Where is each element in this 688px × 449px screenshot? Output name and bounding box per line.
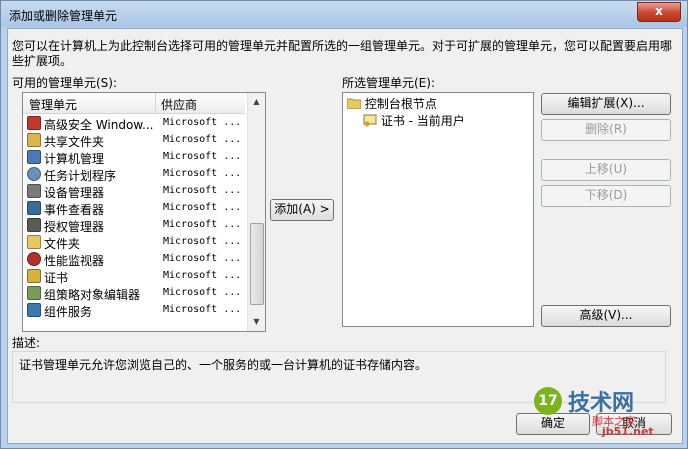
dialog-body: 您可以在计算机上为此控制台选择可用的管理单元并配置所选的一组管理单元。对于可扩展… [7, 28, 683, 444]
watermark-url: jb51.net [602, 425, 654, 438]
list-item[interactable]: 证书 Microsoft ... [23, 268, 245, 285]
snapin-vendor: Microsoft ... [163, 219, 242, 230]
list-item[interactable]: 事件查看器 Microsoft ... [23, 200, 245, 217]
list-item[interactable]: 任务计划程序 Microsoft ... [23, 166, 245, 183]
watermark: 17 技术网 脚本之家 jb51.net [534, 381, 674, 441]
intro-text: 您可以在计算机上为此控制台选择可用的管理单元并配置所选的一组管理单元。对于可扩展… [12, 39, 673, 68]
performance-icon [27, 252, 41, 266]
snapin-vendor: Microsoft ... [163, 270, 242, 281]
selected-snapins-label: 所选管理单元(E): [342, 76, 435, 90]
available-snapins-list[interactable]: 管理单元 供应商 高级安全 Window... Microsoft ... 共享文件… [22, 92, 266, 332]
snapin-name: 组件服务 [44, 305, 93, 319]
snapin-vendor: Microsoft ... [163, 151, 242, 162]
watermark-badge: 17 [534, 387, 562, 415]
snapin-name: 证书 [44, 271, 69, 285]
snapin-vendor: Microsoft ... [163, 117, 242, 128]
description-text: 证书管理单元允许您浏览自己的、一个服务的或一台计算机的证书存储内容。 [19, 358, 428, 372]
snapin-name: 共享文件夹 [44, 135, 105, 149]
selected-snapins-tree[interactable]: 控制台根节点 证书 - 当前用户 [342, 92, 534, 327]
snapin-name: 计算机管理 [44, 152, 105, 166]
tree-node-certificates[interactable]: 证书 - 当前用户 [363, 112, 465, 129]
scroll-thumb[interactable] [250, 223, 264, 305]
snapin-name: 高级安全 Window... [44, 118, 154, 132]
scroll-down-arrow-icon[interactable]: ▼ [249, 314, 264, 330]
list-item[interactable]: 组件服务 Microsoft ... [23, 302, 245, 319]
snapin-vendor: Microsoft ... [163, 185, 242, 196]
list-item[interactable]: 高级安全 Window... Microsoft ... [23, 115, 245, 132]
snapin-name: 组策略对象编辑器 [44, 288, 141, 302]
scroll-up-arrow-icon[interactable]: ▲ [249, 94, 264, 110]
snapin-vendor: Microsoft ... [163, 236, 242, 247]
list-item[interactable]: 计算机管理 Microsoft ... [23, 149, 245, 166]
snapin-name: 事件查看器 [44, 203, 105, 217]
description-label: 描述: [12, 336, 41, 350]
list-item[interactable]: 共享文件夹 Microsoft ... [23, 132, 245, 149]
snapin-vendor: Microsoft ... [163, 168, 242, 179]
list-item[interactable]: 设备管理器 Microsoft ... [23, 183, 245, 200]
edit-extensions-button[interactable]: 编辑扩展(X)... [541, 93, 671, 115]
list-item[interactable]: 授权管理器 Microsoft ... [23, 217, 245, 234]
device-manager-icon [27, 184, 41, 198]
list-header: 管理单元 供应商 [23, 93, 245, 114]
add-remove-snapins-dialog: 添加或删除管理单元 x 您可以在计算机上为此控制台选择可用的管理单元并配置所选的… [0, 0, 688, 449]
advanced-button[interactable]: 高级(V)... [541, 305, 671, 327]
folder-icon [346, 98, 362, 110]
move-down-button[interactable]: 下移(D) [541, 185, 671, 207]
shared-folder-icon [27, 133, 41, 147]
list-item[interactable]: 组策略对象编辑器 Microsoft ... [23, 285, 245, 302]
firewall-icon [27, 116, 41, 130]
snapin-vendor: Microsoft ... [163, 202, 242, 213]
window-title: 添加或删除管理单元 [9, 9, 118, 23]
folder-icon [27, 235, 41, 249]
remove-button[interactable]: 删除(R) [541, 119, 671, 141]
event-viewer-icon [27, 201, 41, 215]
tree-node-label: 证书 - 当前用户 [380, 114, 465, 128]
snapin-vendor: Microsoft ... [163, 253, 242, 264]
vertical-scrollbar[interactable]: ▲ ▼ [247, 93, 265, 331]
column-header-vendor[interactable]: 供应商 [161, 96, 197, 113]
move-up-button[interactable]: 上移(U) [541, 159, 671, 181]
authorization-icon [27, 218, 41, 232]
title-bar: 添加或删除管理单元 x [1, 1, 687, 27]
available-snapins-label: 可用的管理单元(S): [12, 76, 118, 90]
list-item[interactable]: 性能监视器 Microsoft ... [23, 251, 245, 268]
snapin-name: 文件夹 [44, 237, 81, 251]
certificate-icon [363, 114, 377, 127]
close-button[interactable]: x [637, 2, 681, 22]
certificate-icon [27, 269, 41, 283]
snapin-name: 性能监视器 [44, 254, 105, 268]
snapin-name: 设备管理器 [44, 186, 105, 200]
computer-management-icon [27, 150, 41, 164]
clock-icon [27, 167, 41, 181]
add-button[interactable]: 添加(A) > [270, 199, 334, 221]
snapin-name: 任务计划程序 [44, 169, 117, 183]
component-services-icon [27, 303, 41, 317]
snapin-rows: 高级安全 Window... Microsoft ... 共享文件夹 Microsof… [23, 115, 245, 319]
tree-node-console-root[interactable]: 控制台根节点 [346, 95, 437, 112]
snapin-vendor: Microsoft ... [163, 134, 242, 145]
list-item[interactable]: 文件夹 Microsoft ... [23, 234, 245, 251]
group-policy-icon [27, 286, 41, 300]
snapin-vendor: Microsoft ... [163, 287, 242, 298]
column-header-name[interactable]: 管理单元 [29, 96, 77, 113]
snapin-vendor: Microsoft ... [163, 304, 242, 315]
column-divider[interactable] [155, 93, 156, 113]
tree-node-label: 控制台根节点 [364, 97, 437, 111]
snapin-name: 授权管理器 [44, 220, 105, 234]
